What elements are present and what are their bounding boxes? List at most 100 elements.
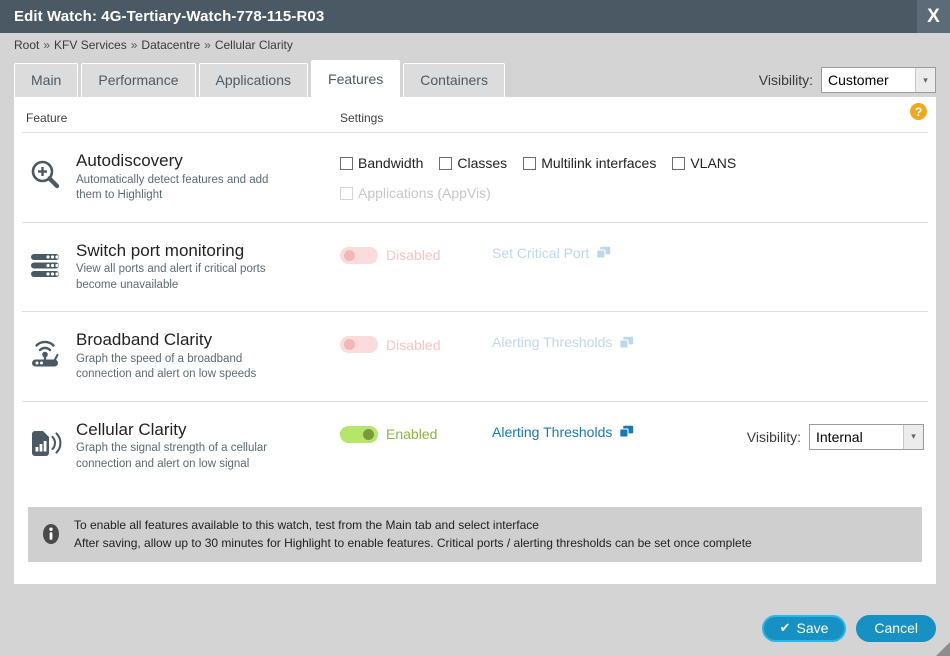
tab-features[interactable]: Features — [311, 60, 400, 97]
cellular-alerting-thresholds-label: Alerting Thresholds — [492, 424, 612, 440]
cellular-visibility-label: Visibility: — [747, 429, 801, 445]
switch-port-toggle[interactable] — [340, 247, 378, 264]
checkbox-label: Applications (AppVis) — [358, 185, 491, 201]
help-icon[interactable]: ? — [910, 103, 927, 120]
feature-text: Cellular Clarity Graph the signal streng… — [76, 420, 340, 473]
toggle-knob — [363, 429, 374, 440]
switch-port-toggle-label: Disabled — [386, 247, 440, 263]
tab-containers[interactable]: Containers — [403, 63, 505, 97]
feature-row: Autodiscovery Automatically detect featu… — [14, 133, 936, 222]
tab-main[interactable]: Main — [14, 63, 78, 97]
feature-row: Cellular Clarity Graph the signal streng… — [14, 402, 936, 491]
tab-performance[interactable]: Performance — [81, 63, 195, 97]
feature-title: Broadband Clarity — [76, 330, 340, 350]
toggle-knob — [344, 339, 355, 350]
toggle-knob — [344, 250, 355, 261]
popup-window-icon — [619, 425, 634, 438]
feature-text: Autodiscovery Automatically detect featu… — [76, 151, 340, 204]
feature-description: Automatically detect features and add th… — [76, 173, 291, 204]
checkbox-box — [340, 187, 353, 200]
feature-settings: Enabled Alerting Thresholds Visibility: … — [340, 420, 936, 450]
cellular-alerting-thresholds-link[interactable]: Alerting Thresholds — [492, 424, 634, 440]
feature-title: Switch port monitoring — [76, 241, 340, 261]
checkbox-label: VLANS — [690, 155, 736, 171]
info-line-2: After saving, allow up to 30 minutes for… — [74, 534, 752, 553]
feature-description: View all ports and alert if critical por… — [76, 262, 291, 293]
top-visibility-select[interactable]: Customer ▾ — [821, 67, 936, 93]
resize-grip[interactable] — [936, 642, 950, 656]
popup-window-icon — [596, 246, 611, 259]
broadband-alerting-thresholds-label: Alerting Thresholds — [492, 334, 612, 350]
cellular-visibility-group: Visibility: Internal ▾ — [747, 424, 936, 450]
switch-stack-icon — [14, 241, 76, 281]
checkbox-label: Bandwidth — [358, 155, 423, 171]
cellular-visibility-select[interactable]: Internal ▾ — [809, 424, 924, 450]
edit-watch-dialog: Edit Watch: 4G-Tertiary-Watch-778-115-R0… — [0, 0, 950, 656]
cancel-button[interactable]: Cancel — [856, 615, 936, 642]
top-visibility-group: Visibility: Customer ▾ — [759, 67, 936, 93]
sim-signal-icon — [14, 420, 76, 460]
checkbox-multilink-interfaces[interactable]: Multilink interfaces — [523, 155, 656, 171]
feature-settings: Bandwidth Classes Multilink interfaces V… — [340, 151, 936, 201]
column-header-settings: Settings — [340, 111, 936, 125]
check-icon: ✔ — [780, 620, 791, 636]
info-line-1: To enable all features available to this… — [74, 516, 752, 535]
save-button[interactable]: ✔ Save — [762, 615, 847, 642]
breadcrumb-separator: » — [127, 38, 142, 52]
cancel-button-label: Cancel — [874, 620, 918, 636]
column-headers: Feature Settings — [14, 97, 936, 132]
feature-title: Autodiscovery — [76, 151, 340, 171]
feature-text: Switch port monitoring View all ports an… — [76, 241, 340, 294]
checkbox-box — [523, 157, 536, 170]
features-panel: ? Feature Settings Autodiscovery Automat… — [14, 97, 936, 584]
info-text: To enable all features available to this… — [74, 516, 752, 553]
autodiscovery-checkbox-group: Bandwidth Classes Multilink interfaces V… — [340, 155, 770, 201]
checkbox-vlans[interactable]: VLANS — [672, 155, 736, 171]
feature-description: Graph the speed of a broadband connectio… — [76, 352, 291, 383]
checkbox-applications-appvis: Applications (AppVis) — [340, 185, 491, 201]
breadcrumb-item-datacentre[interactable]: Datacentre — [141, 38, 200, 52]
cellular-toggle[interactable] — [340, 426, 378, 443]
window-title: Edit Watch: 4G-Tertiary-Watch-778-115-R0… — [0, 8, 324, 25]
tab-applications[interactable]: Applications — [199, 63, 309, 97]
feature-title: Cellular Clarity — [76, 420, 340, 440]
info-banner: To enable all features available to this… — [28, 507, 922, 562]
wifi-router-icon — [14, 330, 76, 370]
set-critical-port-link: Set Critical Port — [492, 245, 611, 261]
feature-settings: Disabled Set Critical Port — [340, 241, 936, 264]
feature-description: Graph the signal strength of a cellular … — [76, 441, 291, 472]
checkbox-classes[interactable]: Classes — [439, 155, 507, 171]
save-button-label: Save — [796, 620, 828, 636]
cellular-toggle-label: Enabled — [386, 426, 437, 442]
checkbox-box — [439, 157, 452, 170]
breadcrumb: Root » KFV Services » Datacentre » Cellu… — [0, 33, 950, 57]
checkbox-bandwidth[interactable]: Bandwidth — [340, 155, 423, 171]
checkbox-label: Multilink interfaces — [541, 155, 656, 171]
tab-list: Main Performance Applications Features C… — [14, 57, 505, 97]
breadcrumb-item-root[interactable]: Root — [14, 38, 39, 52]
feature-row: Broadband Clarity Graph the speed of a b… — [14, 312, 936, 401]
breadcrumb-item-cellular-clarity[interactable]: Cellular Clarity — [215, 38, 293, 52]
feature-text: Broadband Clarity Graph the speed of a b… — [76, 330, 340, 383]
set-critical-port-label: Set Critical Port — [492, 245, 589, 261]
checkbox-label: Classes — [457, 155, 507, 171]
broadband-toggle[interactable] — [340, 336, 378, 353]
title-bar: Edit Watch: 4G-Tertiary-Watch-778-115-R0… — [0, 0, 950, 33]
cellular-visibility-value: Internal — [810, 429, 863, 445]
breadcrumb-separator: » — [200, 38, 215, 52]
switch-port-toggle-group: Disabled — [340, 245, 492, 264]
chevron-down-icon: ▾ — [915, 68, 935, 92]
broadband-alerting-thresholds-link: Alerting Thresholds — [492, 334, 634, 350]
broadband-toggle-label: Disabled — [386, 337, 440, 353]
column-header-feature: Feature — [14, 111, 340, 125]
close-icon[interactable]: X — [917, 0, 950, 33]
checkbox-box — [672, 157, 685, 170]
broadband-toggle-group: Disabled — [340, 334, 492, 353]
tab-bar: Main Performance Applications Features C… — [0, 57, 950, 97]
checkbox-box — [340, 157, 353, 170]
breadcrumb-item-kfv-services[interactable]: KFV Services — [54, 38, 127, 52]
feature-settings: Disabled Alerting Thresholds — [340, 330, 936, 353]
chevron-down-icon: ▾ — [903, 425, 923, 449]
dialog-footer: ✔ Save Cancel — [0, 600, 950, 656]
top-visibility-value: Customer — [822, 72, 889, 88]
